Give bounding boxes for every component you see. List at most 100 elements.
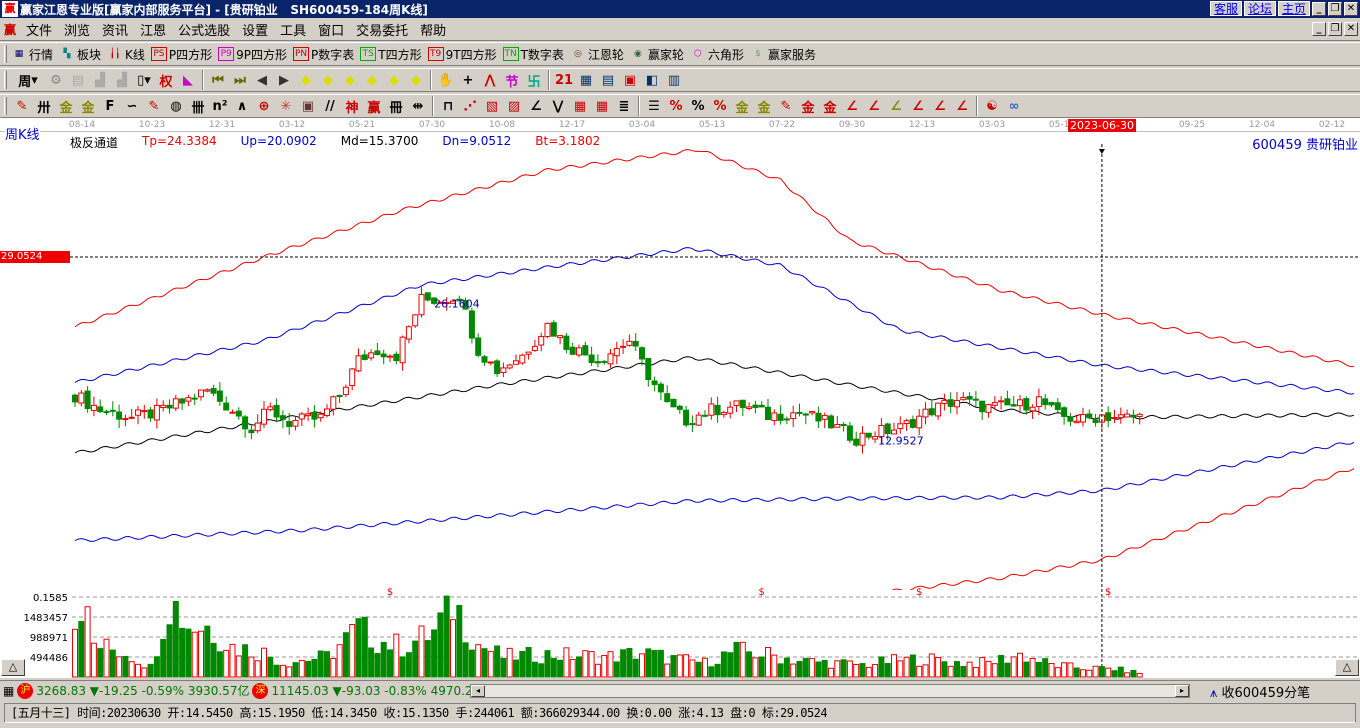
volume-bar[interactable] <box>342 632 349 678</box>
candle[interactable] <box>1035 396 1042 408</box>
candle[interactable] <box>525 351 532 355</box>
candle[interactable] <box>752 404 759 408</box>
volume-bar[interactable] <box>1061 662 1068 678</box>
candle[interactable] <box>1010 404 1017 407</box>
candle[interactable] <box>935 402 942 417</box>
candle[interactable] <box>676 405 683 410</box>
volume-bar[interactable] <box>960 665 967 678</box>
candle[interactable] <box>361 354 368 360</box>
nav-star-icon[interactable]: ◆ <box>383 70 405 90</box>
candle[interactable] <box>355 355 362 372</box>
volume-bar[interactable] <box>1105 667 1112 678</box>
candle[interactable] <box>349 368 356 387</box>
candle[interactable] <box>242 416 249 430</box>
volume-bar[interactable] <box>349 623 356 678</box>
volume-bar[interactable] <box>752 657 759 678</box>
candle[interactable] <box>821 414 828 420</box>
candle[interactable] <box>746 406 753 410</box>
volume-bar[interactable] <box>494 645 501 678</box>
menu-file[interactable]: 文件 <box>20 20 58 39</box>
close-button[interactable]: ✕ <box>1344 2 1358 16</box>
volume-bar[interactable] <box>172 600 179 678</box>
candle[interactable] <box>576 347 582 356</box>
expand-panel-button[interactable]: △ <box>1 659 25 676</box>
candle[interactable] <box>909 419 916 428</box>
shen-icon[interactable]: 神 <box>341 96 363 116</box>
volume-bar[interactable] <box>670 655 677 678</box>
menu-browse[interactable]: 浏览 <box>58 20 96 39</box>
service-link[interactable]: 客服 <box>1209 1 1242 16</box>
toolbar-grip[interactable] <box>4 45 7 63</box>
candle[interactable] <box>853 438 860 446</box>
volume-bar[interactable] <box>594 663 601 678</box>
volume-bar[interactable] <box>935 656 942 678</box>
volume-bar[interactable] <box>481 648 488 678</box>
candle[interactable] <box>336 395 343 398</box>
candle[interactable] <box>424 292 431 301</box>
spiral-icon[interactable]: 卐 <box>523 70 545 90</box>
volume-bar[interactable] <box>103 638 110 678</box>
toolbar-dollar-button[interactable]: $ 赢家服务 <box>750 46 816 63</box>
candle[interactable] <box>550 322 557 337</box>
toolbar-gann-wheel-button[interactable]: ◎ 江恩轮 <box>570 46 624 63</box>
candle[interactable] <box>727 406 734 414</box>
candle[interactable] <box>657 383 664 393</box>
volume-bar[interactable] <box>985 660 992 678</box>
volume-bar[interactable] <box>109 649 116 678</box>
volume-bar[interactable] <box>916 665 923 678</box>
candle[interactable] <box>639 347 645 360</box>
candle[interactable] <box>380 353 387 358</box>
volume-bar[interactable] <box>727 652 734 678</box>
menu-tools[interactable]: 工具 <box>274 20 312 39</box>
sz-badge[interactable]: 深 <box>252 682 269 699</box>
toolbar-hexagon-button[interactable]: ⬡ 六角形 <box>690 46 744 63</box>
expand-panel-right-button[interactable]: △ <box>1335 659 1359 676</box>
volume-bar[interactable] <box>777 663 784 678</box>
report-icon[interactable]: ▤ <box>597 70 619 90</box>
volume-bar[interactable] <box>758 656 765 678</box>
candle-type-icon[interactable]: ▯▾ <box>133 70 155 90</box>
volume-bar[interactable] <box>872 663 879 678</box>
candle[interactable] <box>739 399 746 408</box>
candle[interactable] <box>1004 398 1011 406</box>
menu-formula[interactable]: 公式选股 <box>172 20 236 39</box>
candle[interactable] <box>273 404 280 418</box>
first-icon[interactable]: ⏮ <box>207 70 229 90</box>
volume-bar[interactable] <box>191 631 198 678</box>
volume-bar[interactable] <box>1098 666 1105 678</box>
volume-bar[interactable] <box>424 640 431 678</box>
volume-bar[interactable] <box>1073 667 1080 678</box>
j-angle-icon[interactable]: ∠ <box>841 96 863 116</box>
candle[interactable] <box>519 354 526 364</box>
infinity-icon[interactable]: ∞ <box>1003 96 1025 116</box>
volume-bar[interactable] <box>909 654 916 678</box>
volume-bar[interactable] <box>689 659 696 678</box>
candle[interactable] <box>172 398 179 409</box>
crosshair-icon[interactable]: + <box>457 70 479 90</box>
volume-bar[interactable] <box>412 640 419 678</box>
n2-icon[interactable]: n² <box>209 96 231 116</box>
gold-coin-icon[interactable]: 金 <box>731 96 753 116</box>
candle[interactable] <box>620 345 627 348</box>
menu-logo-icon[interactable]: 赢 <box>4 21 16 38</box>
volume-bar[interactable] <box>128 661 135 678</box>
menu-news[interactable]: 资讯 <box>96 20 134 39</box>
volume-bar[interactable] <box>991 663 998 678</box>
period-dropdown[interactable]: 周 ▾ <box>11 70 45 90</box>
candle[interactable] <box>783 418 790 421</box>
candle[interactable] <box>1067 416 1074 422</box>
ruler-pen-icon[interactable]: ✎ <box>143 96 165 116</box>
doc-icon[interactable]: ▤ <box>67 70 89 90</box>
candle[interactable] <box>204 389 211 392</box>
candle[interactable] <box>210 388 217 394</box>
candle[interactable] <box>494 360 501 375</box>
volume-bar[interactable] <box>853 663 860 678</box>
candle[interactable] <box>1054 402 1061 410</box>
candle[interactable] <box>1092 419 1099 424</box>
save-icon[interactable]: ▣ <box>619 70 641 90</box>
volume-bar[interactable] <box>90 642 97 678</box>
candle[interactable] <box>254 422 261 432</box>
bars3-icon[interactable]: ▟ <box>89 70 111 90</box>
shen-angle-icon[interactable]: ∠ <box>907 96 929 116</box>
square-web-icon[interactable]: ▣ <box>297 96 319 116</box>
